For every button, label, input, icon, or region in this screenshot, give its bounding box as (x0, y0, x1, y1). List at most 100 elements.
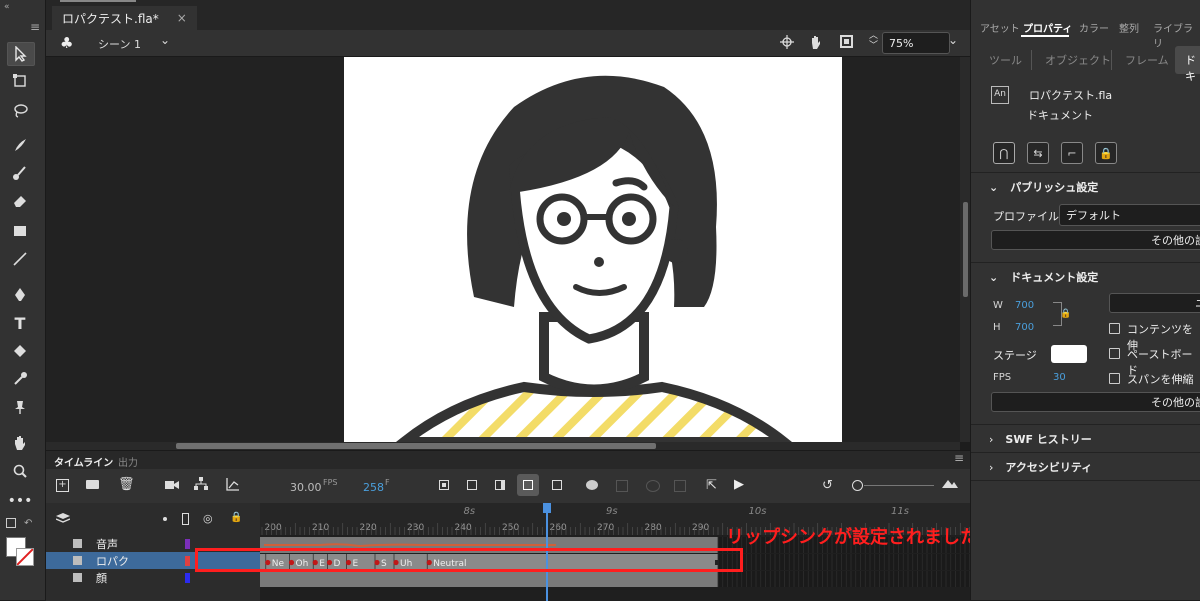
layer-color[interactable] (185, 572, 190, 583)
onion-outline-icon[interactable] (646, 480, 660, 492)
pasteboard-checkbox[interactable] (1109, 348, 1120, 359)
new-layer-icon[interactable]: + (56, 479, 69, 492)
lock-all-icon[interactable]: 🔒 (230, 512, 242, 523)
camera-icon[interactable] (165, 479, 179, 494)
subtab-tool[interactable]: ツール (989, 52, 1022, 68)
ruler-icon[interactable]: ⌐ (1061, 142, 1083, 164)
layer-name[interactable]: 顔 (96, 570, 107, 586)
selection-tool-icon[interactable] (7, 42, 35, 66)
fps-value[interactable]: 30.00 (290, 481, 322, 494)
tab-output[interactable]: 出力 (118, 454, 138, 469)
brush-tool-icon[interactable] (7, 162, 33, 184)
stage[interactable] (344, 57, 842, 442)
center-stage-icon[interactable] (780, 35, 794, 52)
close-tab-icon[interactable]: × (177, 11, 187, 25)
hide-all-icon[interactable]: ◎ (203, 512, 213, 525)
doc-settings-icon[interactable]: ⇆ (1027, 142, 1049, 164)
tab-align[interactable]: 整列 (1119, 20, 1139, 35)
subtab-frame[interactable]: フレーム (1125, 52, 1169, 68)
play-icon[interactable]: ▶ (734, 477, 744, 492)
fit-contents-checkbox[interactable] (1109, 323, 1120, 334)
zoom-slider-track[interactable] (864, 485, 934, 486)
eraser-tool-icon[interactable] (7, 190, 33, 212)
lock-icon[interactable]: 🔒 (1095, 142, 1117, 164)
height-value[interactable]: 700 (1015, 322, 1034, 333)
text-tool-icon[interactable]: T (7, 312, 33, 334)
delete-icon[interactable]: 🗑 (118, 477, 135, 492)
zoom-slider-knob[interactable] (852, 480, 863, 491)
accessibility-header[interactable]: › アクセシビリティ (971, 452, 1200, 481)
span-stretch-checkbox[interactable] (1109, 373, 1120, 384)
loop-icon[interactable]: ↺ (822, 478, 833, 493)
document-tab[interactable]: ロパクテスト.fla* × (52, 6, 197, 30)
paint-bucket-tool-icon[interactable] (7, 340, 33, 362)
layer-depth-icon[interactable] (226, 477, 240, 494)
magnet-icon[interactable]: ⋂ (993, 142, 1015, 164)
document-more-button[interactable]: その他の設 (991, 392, 1200, 412)
menu-icon[interactable]: ≡ (30, 20, 40, 34)
constrain-lock-icon[interactable]: 🔒 (1060, 309, 1071, 319)
clip-content-icon[interactable] (840, 35, 853, 48)
stage-color-swatch[interactable] (1051, 345, 1087, 363)
zoom-dropdown-icon[interactable]: ⌄ (948, 33, 958, 47)
insert-frame-icon[interactable] (495, 480, 505, 490)
units-select[interactable]: ニ (1109, 293, 1200, 313)
show-all-icon[interactable] (163, 517, 167, 521)
horizontal-scrollbar[interactable] (46, 442, 960, 450)
document-settings-header[interactable]: ⌄ ドキュメント設定 (971, 262, 1200, 291)
fluid-brush-tool-icon[interactable] (7, 134, 33, 156)
scene-name[interactable]: シーン 1 (98, 36, 141, 52)
collapse-icon[interactable]: « (4, 2, 10, 12)
insert-keyframe-icon[interactable] (439, 480, 449, 490)
publish-settings-header[interactable]: ⌄ パブリッシュ設定 (971, 172, 1200, 201)
tab-timeline[interactable]: タイムライン (54, 454, 113, 469)
fps-field-value[interactable]: 30 (1053, 372, 1066, 383)
profile-select[interactable]: デフォルト (1059, 204, 1200, 226)
pin-tool-icon[interactable] (7, 396, 33, 418)
hand-tool-icon[interactable] (7, 432, 33, 454)
subtab-object[interactable]: オブジェクト (1045, 52, 1111, 68)
line-tool-icon[interactable] (7, 248, 33, 270)
vertical-scroll-thumb[interactable] (963, 202, 968, 297)
lip-sync-icon[interactable] (517, 474, 539, 496)
zoom-stepper-icon[interactable]: ︿ ﹀ (869, 31, 878, 51)
default-colors-icon[interactable]: ↶ (24, 518, 32, 529)
more-tools-icon[interactable]: ••• (7, 490, 33, 512)
subtab-document[interactable]: ドキ (1175, 46, 1200, 83)
outline-all-icon[interactable] (182, 513, 189, 525)
layer-name[interactable]: ロパク (96, 553, 129, 569)
tab-properties[interactable]: プロパティ (1023, 20, 1072, 35)
fill-color-swatch[interactable] (16, 548, 34, 566)
rotate-hand-icon[interactable] (808, 34, 824, 53)
parenting-icon[interactable] (194, 477, 208, 494)
width-value[interactable]: 700 (1015, 300, 1034, 311)
mountain-icon[interactable] (942, 478, 958, 491)
swf-history-header[interactable]: › SWF ヒストリー (971, 424, 1200, 453)
layer-color[interactable] (185, 555, 190, 566)
edit-multiple-frames-icon[interactable] (616, 480, 628, 492)
onion-skin-icon[interactable] (586, 480, 598, 490)
eyedropper-tool-icon[interactable] (7, 368, 33, 390)
timeline-menu-icon[interactable]: ≡ (954, 451, 964, 465)
zoom-input[interactable]: 75% (882, 32, 950, 54)
clubs-icon[interactable]: ♣ (60, 34, 73, 52)
vertical-scrollbar[interactable] (960, 57, 970, 442)
free-transform-tool-icon[interactable] (7, 70, 33, 92)
zoom-tool-icon[interactable] (7, 460, 33, 482)
loop-range-icon[interactable] (674, 480, 686, 492)
rectangle-tool-icon[interactable] (7, 220, 33, 242)
export-icon[interactable]: ⇱ (706, 478, 717, 493)
publish-more-button[interactable]: その他の設 (991, 230, 1200, 250)
tab-color[interactable]: カラー (1079, 20, 1109, 35)
layer-color[interactable] (185, 538, 190, 549)
horizontal-scroll-thumb[interactable] (176, 443, 656, 449)
insert-blank-keyframe-icon[interactable] (467, 480, 477, 490)
remove-frame-icon[interactable] (552, 480, 562, 490)
chevron-down-icon[interactable]: ⌄ (160, 33, 170, 47)
swap-colors-icon[interactable] (6, 518, 16, 528)
current-frame-value[interactable]: 258 (363, 481, 384, 494)
layer-name[interactable]: 音声 (96, 536, 118, 552)
tab-assets[interactable]: アセット (980, 20, 1020, 35)
new-folder-icon[interactable] (86, 480, 99, 489)
lasso-tool-icon[interactable] (7, 100, 33, 122)
